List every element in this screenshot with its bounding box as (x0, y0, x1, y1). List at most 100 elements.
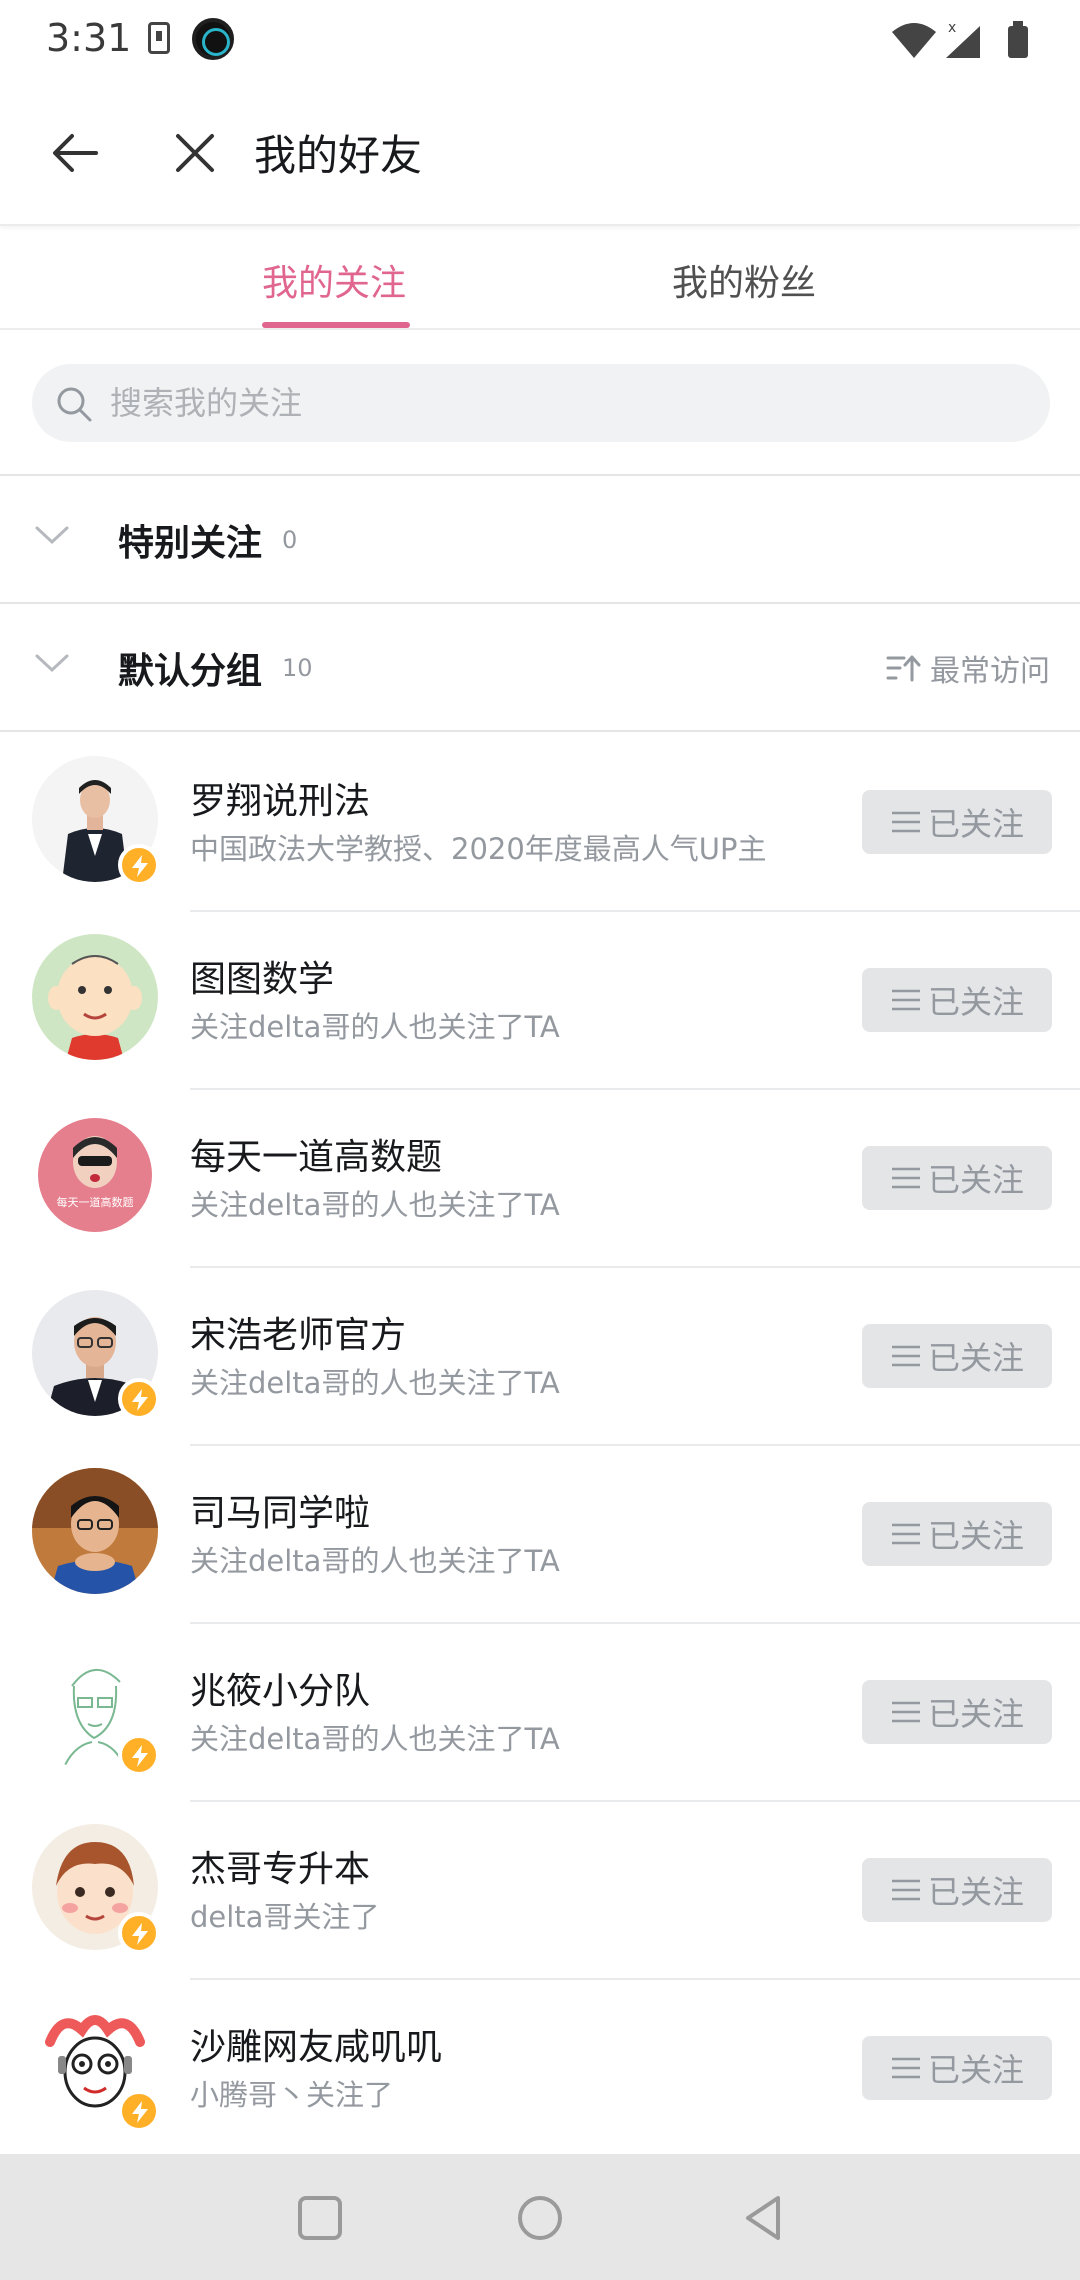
group-default[interactable]: 默认分组 10 最常访问 (0, 604, 1080, 730)
followed-button[interactable]: 已关注 (862, 1146, 1052, 1210)
list-item[interactable]: 兆筱小分队 关注delta哥的人也关注了TA 已关注 (0, 1624, 1080, 1802)
list-item[interactable]: 沙雕网友咸叽叽 小腾哥丶关注了 已关注 (0, 1980, 1080, 2158)
user-description: 小腾哥丶关注了 (190, 2078, 394, 2112)
avatar[interactable] (32, 1824, 160, 1954)
avatar[interactable] (32, 934, 158, 1060)
followed-button[interactable]: 已关注 (862, 1502, 1052, 1566)
follow-label: 已关注 (927, 983, 1024, 1021)
user-description: 关注delta哥的人也关注了TA (190, 1722, 560, 1756)
system-nav-bar (0, 2154, 1080, 2280)
status-icons: x (892, 20, 1028, 58)
avatar-image (32, 1468, 158, 1594)
search-input[interactable] (110, 372, 1010, 434)
menu-icon (891, 1879, 920, 1901)
user-description: 关注delta哥的人也关注了TA (190, 1544, 560, 1578)
status-bar: 3:31 x (0, 0, 1080, 80)
group-name: 默认分组 (118, 651, 263, 692)
follow-label: 已关注 (927, 1695, 1024, 1733)
user-name: 宋浩老师官方 (190, 1315, 407, 1356)
chevron-down-icon (35, 526, 69, 545)
menu-icon (891, 1701, 920, 1723)
avatar[interactable]: 每天一道高数题 (32, 1112, 158, 1238)
user-name: 司马同学啦 (190, 1493, 371, 1534)
followed-button[interactable]: 已关注 (862, 1858, 1052, 1922)
wifi-icon (892, 23, 936, 58)
user-name: 罗翔说刑法 (190, 781, 371, 822)
user-name: 杰哥专升本 (190, 1849, 371, 1890)
group-count: 10 (282, 654, 313, 682)
app-notification-icon (192, 18, 234, 60)
avatar[interactable] (32, 1290, 160, 1420)
menu-icon (891, 1345, 920, 1367)
list-item[interactable]: 每天一道高数题 每天一道高数题 关注delta哥的人也关注了TA 已关注 (0, 1090, 1080, 1268)
verified-badge (118, 1734, 160, 1776)
verified-badge (118, 2090, 160, 2132)
back-button[interactable] (46, 124, 104, 182)
avatar[interactable] (32, 1646, 160, 1776)
top-app-bar: 我的好友 (0, 80, 1080, 226)
menu-icon (891, 1167, 920, 1189)
list-item[interactable]: 罗翔说刑法 中国政法大学教授、2020年度最高人气UP主 已关注 (0, 734, 1080, 912)
divider (0, 730, 1080, 732)
lightning-icon (132, 1923, 148, 1945)
user-name: 每天一道高数题 (190, 1137, 443, 1178)
followed-button[interactable]: 已关注 (862, 968, 1052, 1032)
download-icon (148, 22, 170, 54)
recents-button[interactable] (292, 2190, 348, 2246)
tab-following[interactable]: 我的关注 (262, 254, 406, 306)
list-item[interactable]: 图图数学 关注delta哥的人也关注了TA 已关注 (0, 912, 1080, 1090)
sort-button[interactable]: 最常访问 (886, 648, 1050, 689)
verified-badge (118, 844, 160, 886)
avatar-caption: 每天一道高数题 (57, 1195, 134, 1209)
avatar-image: 每天一道高数题 (32, 1112, 158, 1238)
avatar[interactable] (32, 2002, 160, 2132)
follow-label: 已关注 (927, 805, 1024, 843)
arrow-left-icon (53, 134, 98, 172)
svg-text:x: x (948, 20, 956, 36)
user-description: delta哥关注了 (190, 1900, 380, 1934)
verified-badge (118, 1378, 160, 1420)
signal-icon: x (946, 20, 980, 58)
avatar[interactable] (32, 1468, 158, 1594)
follow-label: 已关注 (927, 1339, 1024, 1377)
sort-label: 最常访问 (930, 654, 1050, 689)
battery-icon (1008, 21, 1028, 58)
user-description: 关注delta哥的人也关注了TA (190, 1188, 560, 1222)
back-nav-button[interactable] (736, 2190, 792, 2246)
close-icon (176, 134, 214, 172)
menu-icon (891, 989, 920, 1011)
follow-label: 已关注 (927, 2051, 1024, 2089)
verified-badge (118, 1912, 160, 1954)
following-list: 罗翔说刑法 中国政法大学教授、2020年度最高人气UP主 已关注 图图数学 关注… (0, 734, 1080, 2158)
chevron-down-icon (35, 654, 69, 673)
home-button[interactable] (512, 2190, 568, 2246)
user-description: 关注delta哥的人也关注了TA (190, 1366, 560, 1400)
list-item[interactable]: 杰哥专升本 delta哥关注了 已关注 (0, 1802, 1080, 1980)
followed-button[interactable]: 已关注 (862, 1324, 1052, 1388)
group-special[interactable]: 特别关注 0 (0, 476, 1080, 602)
avatar[interactable] (32, 756, 160, 886)
group-count: 0 (282, 526, 298, 554)
menu-icon (891, 1523, 920, 1545)
search-bar[interactable] (32, 364, 1050, 442)
followed-button[interactable]: 已关注 (862, 790, 1052, 854)
status-time: 3:31 (46, 16, 132, 60)
sort-icon (886, 655, 921, 682)
menu-icon (891, 811, 920, 833)
followed-button[interactable]: 已关注 (862, 1680, 1052, 1744)
menu-icon (891, 2057, 920, 2079)
follow-label: 已关注 (927, 1161, 1024, 1199)
user-name: 兆筱小分队 (190, 1671, 371, 1712)
list-item[interactable]: 宋浩老师官方 关注delta哥的人也关注了TA 已关注 (0, 1268, 1080, 1446)
lightning-icon (132, 1389, 148, 1411)
user-description: 关注delta哥的人也关注了TA (190, 1010, 560, 1044)
group-name: 特别关注 (118, 523, 263, 564)
close-button[interactable] (166, 124, 224, 182)
search-icon (57, 387, 92, 422)
list-item[interactable]: 司马同学啦 关注delta哥的人也关注了TA 已关注 (0, 1446, 1080, 1624)
user-name: 图图数学 (190, 959, 335, 1000)
tab-indicator (262, 322, 410, 328)
tab-fans[interactable]: 我的粉丝 (672, 254, 816, 306)
followed-button[interactable]: 已关注 (862, 2036, 1052, 2100)
page-title: 我的好友 (254, 131, 423, 180)
